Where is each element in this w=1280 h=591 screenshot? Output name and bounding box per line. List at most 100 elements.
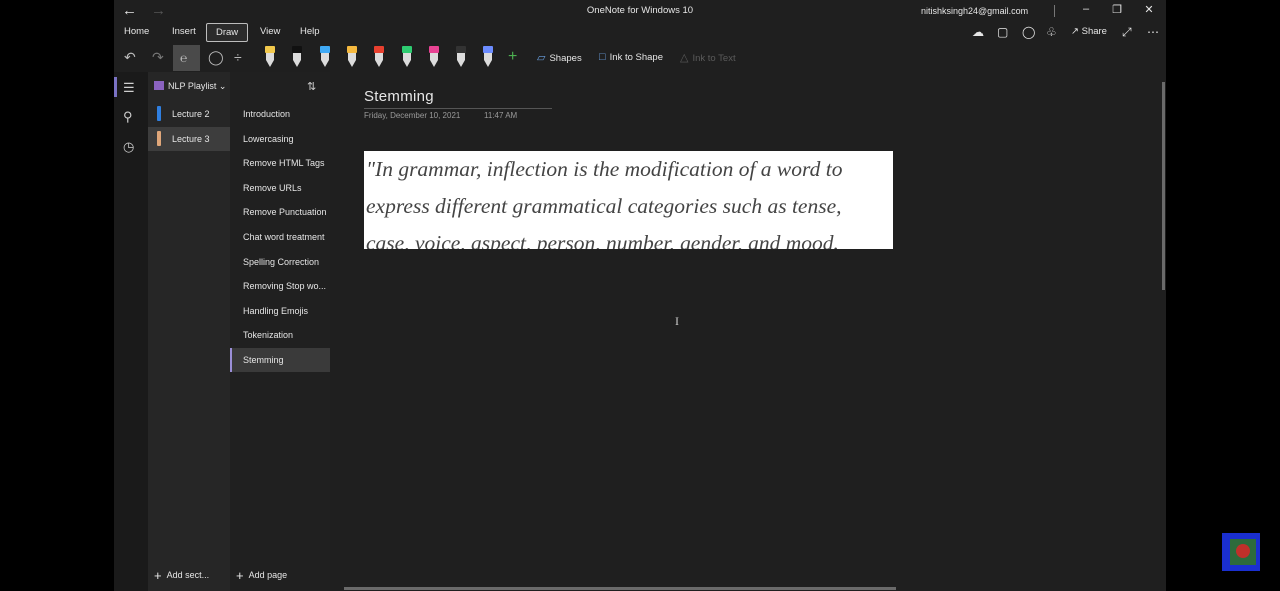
shapes-button[interactable]: ▱ Shapes bbox=[537, 51, 582, 64]
plus-icon: + bbox=[154, 568, 162, 583]
dark-pen-icon[interactable] bbox=[454, 46, 468, 68]
page-date: Friday, December 10, 2021 bbox=[364, 111, 461, 120]
add-page-label: Add page bbox=[248, 570, 288, 580]
page-item[interactable]: Introduction bbox=[230, 102, 330, 126]
tab-view[interactable]: View bbox=[260, 26, 280, 37]
rail-active-indicator bbox=[114, 77, 117, 97]
restore-icon[interactable]: ❐ bbox=[1109, 3, 1125, 16]
yellow-pen-icon[interactable] bbox=[345, 46, 359, 68]
page-canvas[interactable]: Stemming Friday, December 10, 2021 11:47… bbox=[330, 72, 1166, 591]
quote-line: express different grammatical categories… bbox=[366, 194, 842, 218]
page-item[interactable]: Lowercasing bbox=[230, 127, 330, 151]
redo-icon[interactable]: ↷ bbox=[152, 49, 164, 66]
section-label: Lecture 2 bbox=[172, 109, 210, 119]
page-item[interactable]: Chat word treatment bbox=[230, 225, 330, 249]
lasso-select-icon[interactable]: ◯ bbox=[208, 49, 224, 66]
page-time: 11:47 AM bbox=[484, 111, 518, 120]
page-item[interactable]: Handling Emojis bbox=[230, 299, 330, 323]
page-label: Remove HTML Tags bbox=[243, 158, 325, 169]
share-button[interactable]: ↗ Share bbox=[1071, 26, 1107, 37]
page-item[interactable]: Remove URLs bbox=[230, 176, 330, 200]
page-title[interactable]: Stemming bbox=[364, 88, 434, 105]
title-separator bbox=[1054, 5, 1055, 17]
lightbulb-icon[interactable]: ◯ bbox=[1022, 25, 1035, 39]
horizontal-scrollbar[interactable] bbox=[344, 587, 896, 590]
ink-to-text-label: Ink to Text bbox=[692, 53, 736, 64]
vertical-scrollbar[interactable] bbox=[1162, 82, 1165, 290]
user-account[interactable]: nitishksingh24@gmail.com bbox=[921, 6, 1028, 16]
notes-icon[interactable]: ▢ bbox=[997, 25, 1008, 39]
page-item[interactable]: Remove Punctuation bbox=[230, 200, 330, 224]
search-icon[interactable]: ⚲ bbox=[123, 109, 133, 125]
page-item[interactable]: Remove HTML Tags bbox=[230, 151, 330, 175]
bell-icon[interactable]: ♧ bbox=[1046, 25, 1057, 39]
ink-to-shape-label: Ink to Shape bbox=[609, 52, 664, 63]
channel-logo bbox=[1222, 533, 1260, 571]
yellow-highlighter-icon[interactable] bbox=[263, 46, 277, 68]
tab-draw[interactable]: Draw bbox=[206, 23, 249, 42]
page-label: Chat word treatment bbox=[243, 232, 325, 242]
page-label: Remove URLs bbox=[243, 182, 302, 193]
page-item[interactable]: Spelling Correction bbox=[230, 250, 330, 274]
share-icon: ↗ bbox=[1071, 26, 1082, 37]
title-underline bbox=[364, 108, 552, 109]
add-pen-icon[interactable]: + bbox=[508, 48, 517, 66]
quote-image[interactable]: "In grammar, inflection is the modificat… bbox=[364, 151, 893, 249]
add-section-label: Add sect... bbox=[166, 570, 210, 580]
eraser-icon[interactable]: ÷ bbox=[234, 49, 242, 65]
shapes-label: Shapes bbox=[549, 53, 582, 64]
section-label: Lecture 3 bbox=[172, 134, 210, 144]
text-cursor-icon: I bbox=[675, 314, 679, 328]
draw-toolbar: ↶ ↷ ℮ ◯ ÷ + ▱ Shapes □ Ink to Shape △ Ink t… bbox=[114, 44, 1166, 72]
tab-home[interactable]: Home bbox=[124, 26, 149, 37]
onenote-window: ← → OneNote for Windows 10 nitishksingh2… bbox=[114, 0, 1166, 591]
share-label: Share bbox=[1081, 26, 1107, 37]
add-section-button[interactable]: + Add sect... bbox=[154, 568, 209, 583]
shapes-icon: ▱ bbox=[537, 52, 546, 64]
more-options-icon[interactable]: ⋯ bbox=[1147, 25, 1159, 39]
undo-icon[interactable]: ↶ bbox=[124, 49, 136, 66]
sync-icon[interactable]: ☁ bbox=[972, 25, 984, 39]
ink-to-shape-icon: □ bbox=[599, 51, 606, 63]
add-page-button[interactable]: + Add page bbox=[236, 568, 287, 583]
page-label: Removing Stop wo... bbox=[243, 281, 327, 292]
ink-to-shape-button[interactable]: □ Ink to Shape bbox=[599, 51, 663, 63]
notebooks-icon[interactable]: ☰ bbox=[123, 80, 135, 96]
section-item-lecture-3[interactable]: Lecture 3 bbox=[148, 127, 230, 151]
page-item[interactable]: Removing Stop wo... bbox=[230, 274, 330, 298]
notebook-icon bbox=[154, 81, 164, 90]
chevron-down-icon: ⌄ bbox=[216, 81, 227, 91]
tab-insert[interactable]: Insert bbox=[172, 26, 196, 37]
page-label: Lowercasing bbox=[243, 133, 294, 144]
page-label: Stemming bbox=[243, 355, 284, 365]
ink-to-text-button[interactable]: △ Ink to Text bbox=[680, 51, 736, 64]
quote-line: "In grammar, inflection is the modificat… bbox=[366, 157, 843, 181]
navigation-rail: ☰ ⚲ ◷ bbox=[114, 72, 148, 591]
page-item[interactable]: Stemming bbox=[230, 348, 330, 372]
close-icon[interactable]: ✕ bbox=[1141, 3, 1157, 16]
minimize-icon[interactable]: – bbox=[1078, 3, 1094, 15]
blue-pen-icon[interactable] bbox=[318, 46, 332, 68]
type-select-icon: ℮ bbox=[180, 51, 188, 65]
pink-pen-icon[interactable] bbox=[427, 46, 441, 68]
page-item[interactable]: Tokenization bbox=[230, 323, 330, 347]
fullscreen-icon[interactable]: ⤢ bbox=[1122, 25, 1132, 40]
page-label: Introduction bbox=[243, 109, 291, 119]
title-bar: ← → OneNote for Windows 10 nitishksingh2… bbox=[114, 0, 1166, 22]
red-pen-icon[interactable] bbox=[372, 46, 386, 68]
purple-blue-pen-icon[interactable] bbox=[481, 46, 495, 68]
green-pen-icon[interactable] bbox=[400, 46, 414, 68]
sections-pane: NLP Playlist ⌄ Lecture 2 Lecture 3 + Add … bbox=[148, 72, 230, 591]
section-item-lecture-2[interactable]: Lecture 2 bbox=[148, 102, 230, 126]
notebook-name: NLP Playlist bbox=[168, 81, 217, 91]
recent-clock-icon[interactable]: ◷ bbox=[123, 139, 134, 155]
page-label: Remove Punctuation bbox=[243, 207, 327, 218]
notebook-selector[interactable]: NLP Playlist ⌄ bbox=[154, 81, 226, 92]
quote-line: case, voice, aspect, person, number, gen… bbox=[366, 231, 839, 249]
black-pen-icon[interactable] bbox=[290, 46, 304, 68]
section-color-bar bbox=[157, 131, 161, 146]
tab-help[interactable]: Help bbox=[300, 26, 320, 37]
ink-to-text-icon: △ bbox=[680, 52, 689, 64]
section-color-bar bbox=[157, 106, 161, 121]
sort-icon[interactable]: ⇅ bbox=[307, 80, 316, 93]
